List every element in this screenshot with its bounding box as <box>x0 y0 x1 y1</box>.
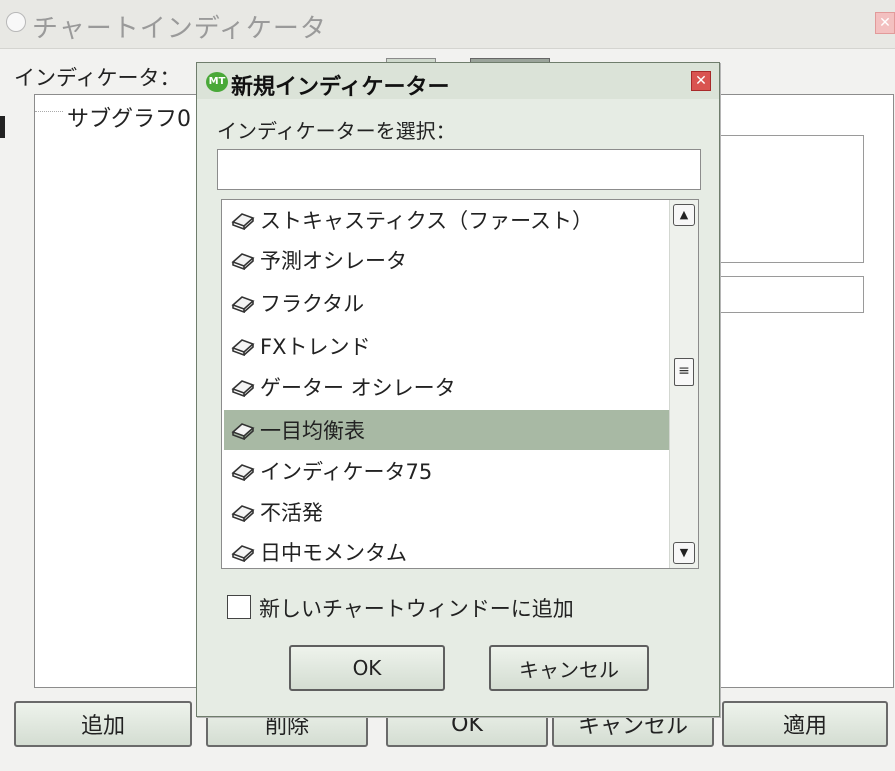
scrollbar-thumb[interactable]: ≡ <box>674 358 694 386</box>
indicator-list-item-label: インディケータ75 <box>260 460 433 484</box>
indicator-list-item-label: ゲーター オシレータ <box>260 376 456 400</box>
app-logo-icon: MT <box>206 72 228 92</box>
tree-connector <box>35 111 63 112</box>
indicator-list-item-label: 予測オシレータ <box>260 249 407 273</box>
indicator-icon <box>231 380 255 397</box>
window-icon <box>6 12 26 32</box>
indicator-icon <box>231 213 255 230</box>
dialog-cancel-button[interactable]: キャンセル <box>489 645 649 691</box>
indicator-list-item[interactable]: 予測オシレータ <box>224 240 670 280</box>
indicator-list-item[interactable]: 不活発 <box>224 492 670 532</box>
new-indicator-dialog: MT 新規インディケーター ✕ インディケーターを選択： ストキャスティクス（フ… <box>196 62 720 717</box>
new-window-checkbox[interactable] <box>227 595 251 619</box>
indicator-list-item[interactable]: FXトレンド <box>224 326 670 366</box>
indicator-list[interactable]: ストキャスティクス（ファースト） 予測オシレータ フラクタル FXトレンドゲーター オ… <box>221 199 699 569</box>
list-scrollbar[interactable]: ▲ ≡ ▼ <box>669 200 698 568</box>
indicator-icon <box>231 253 255 270</box>
indicator-list-item[interactable]: 日中モメンタム <box>224 532 670 568</box>
scroll-down-icon[interactable]: ▼ <box>673 542 695 564</box>
dialog-close-icon[interactable]: ✕ <box>691 71 711 91</box>
parent-title: チャートインディケータ <box>32 14 327 44</box>
indicator-icon <box>231 464 255 481</box>
properties-panel <box>716 135 864 263</box>
add-button[interactable]: 追加 <box>14 701 192 747</box>
apply-button[interactable]: 適用 <box>722 701 888 747</box>
dialog-ok-button[interactable]: OK <box>289 645 445 691</box>
indicator-list-item[interactable]: ストキャスティクス（ファースト） <box>224 200 670 240</box>
indicator-list-item-label: フラクタル <box>260 292 365 316</box>
indicator-icon <box>231 339 255 356</box>
indicator-icon <box>231 545 255 562</box>
indicator-list-item[interactable]: 一目均衡表 <box>224 410 670 450</box>
indicator-icon <box>231 423 255 440</box>
indicator-list-item[interactable]: インディケータ75 <box>224 451 670 491</box>
indicator-icon <box>231 505 255 522</box>
indicator-list-item-label: 一目均衡表 <box>260 419 365 443</box>
indicator-search-input[interactable] <box>217 149 701 190</box>
dialog-title-bar: MT 新規インディケーター ✕ <box>197 63 719 100</box>
property-field[interactable] <box>716 276 864 313</box>
indicator-list-item[interactable]: フラクタル <box>224 283 670 323</box>
parent-title-bar: チャートインディケータ ✕ <box>0 0 895 49</box>
indicator-list-item-label: 日中モメンタム <box>260 541 407 565</box>
scroll-up-icon[interactable]: ▲ <box>673 204 695 226</box>
new-window-checkbox-label[interactable]: 新しいチャートウィンドーに追加 <box>259 593 574 623</box>
select-indicator-label: インディケーターを選択： <box>217 119 456 143</box>
dialog-title: 新規インディケーター <box>231 75 450 100</box>
indicator-icon <box>231 296 255 313</box>
parent-close-icon[interactable]: ✕ <box>875 12 895 34</box>
indicator-list-item-label: ストキャスティクス（ファースト） <box>260 209 594 233</box>
indicator-list-item[interactable]: ゲーター オシレータ <box>224 367 670 407</box>
indicator-list-item-label: FXトレンド <box>260 335 371 359</box>
indicator-list-item-label: 不活発 <box>260 501 323 525</box>
indicator-label: インディケータ： <box>14 66 181 90</box>
edge-marker <box>0 116 5 138</box>
tree-item-subgraph0[interactable]: サブグラフ0 <box>67 101 191 133</box>
